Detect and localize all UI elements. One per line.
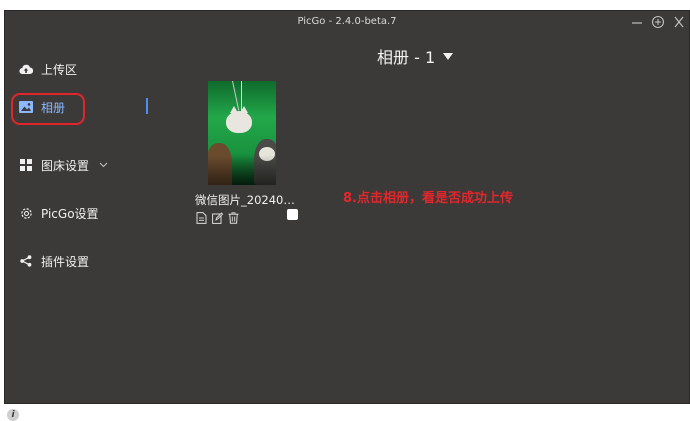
gear-icon [19,206,33,220]
sidebar-item-gallery[interactable]: 相册 [19,93,65,121]
sidebar: 上传区 相册 图床设置 PicGo设置 插件设置 i [5,35,165,421]
delete-icon[interactable] [228,209,239,224]
sidebar-item-label: 图床设置 [41,158,90,173]
caret-down-icon [443,52,454,60]
sidebar-item-label: 相册 [41,100,66,115]
image-thumbnail[interactable] [208,81,276,185]
sidebar-item-label: 插件设置 [41,254,90,269]
share-icon [19,254,33,268]
sidebar-item-plugin-settings[interactable]: 插件设置 [19,247,89,275]
grid-icon [19,158,33,172]
select-checkbox[interactable] [287,209,298,220]
window-title: PicGo - 2.4.0-beta.7 [297,16,397,27]
cloud-upload-icon [19,62,33,76]
active-indicator [146,98,148,114]
close-icon[interactable] [673,14,685,30]
copy-link-icon[interactable] [196,209,207,224]
info-icon[interactable]: i [7,409,19,421]
window-controls [631,14,685,30]
album-title: 相册 - 1 [377,48,436,67]
picgo-window: PicGo - 2.4.0-beta.7 上传区 相册 图床设置 PicGo设置… [4,10,690,421]
sidebar-item-label: 上传区 [41,62,78,77]
title-bar: PicGo - 2.4.0-beta.7 [5,11,689,35]
sidebar-item-picgo-settings[interactable]: PicGo设置 [19,199,99,227]
sidebar-item-upload[interactable]: 上传区 [19,55,77,83]
sidebar-item-label: PicGo设置 [41,206,99,221]
image-icon [19,100,33,114]
pin-icon[interactable] [651,14,665,30]
image-filename: 微信图片_20240… [195,193,295,207]
minimize-icon[interactable] [631,14,643,30]
edit-icon[interactable] [212,209,224,224]
sidebar-item-image-host-settings[interactable]: 图床设置 [19,151,108,179]
chevron-down-icon [99,160,108,171]
album-title-dropdown[interactable]: 相册 - 1 [377,44,454,68]
item-actions [196,209,239,224]
tutorial-annotation: 8.点击相册，看是否成功上传 [343,191,513,206]
